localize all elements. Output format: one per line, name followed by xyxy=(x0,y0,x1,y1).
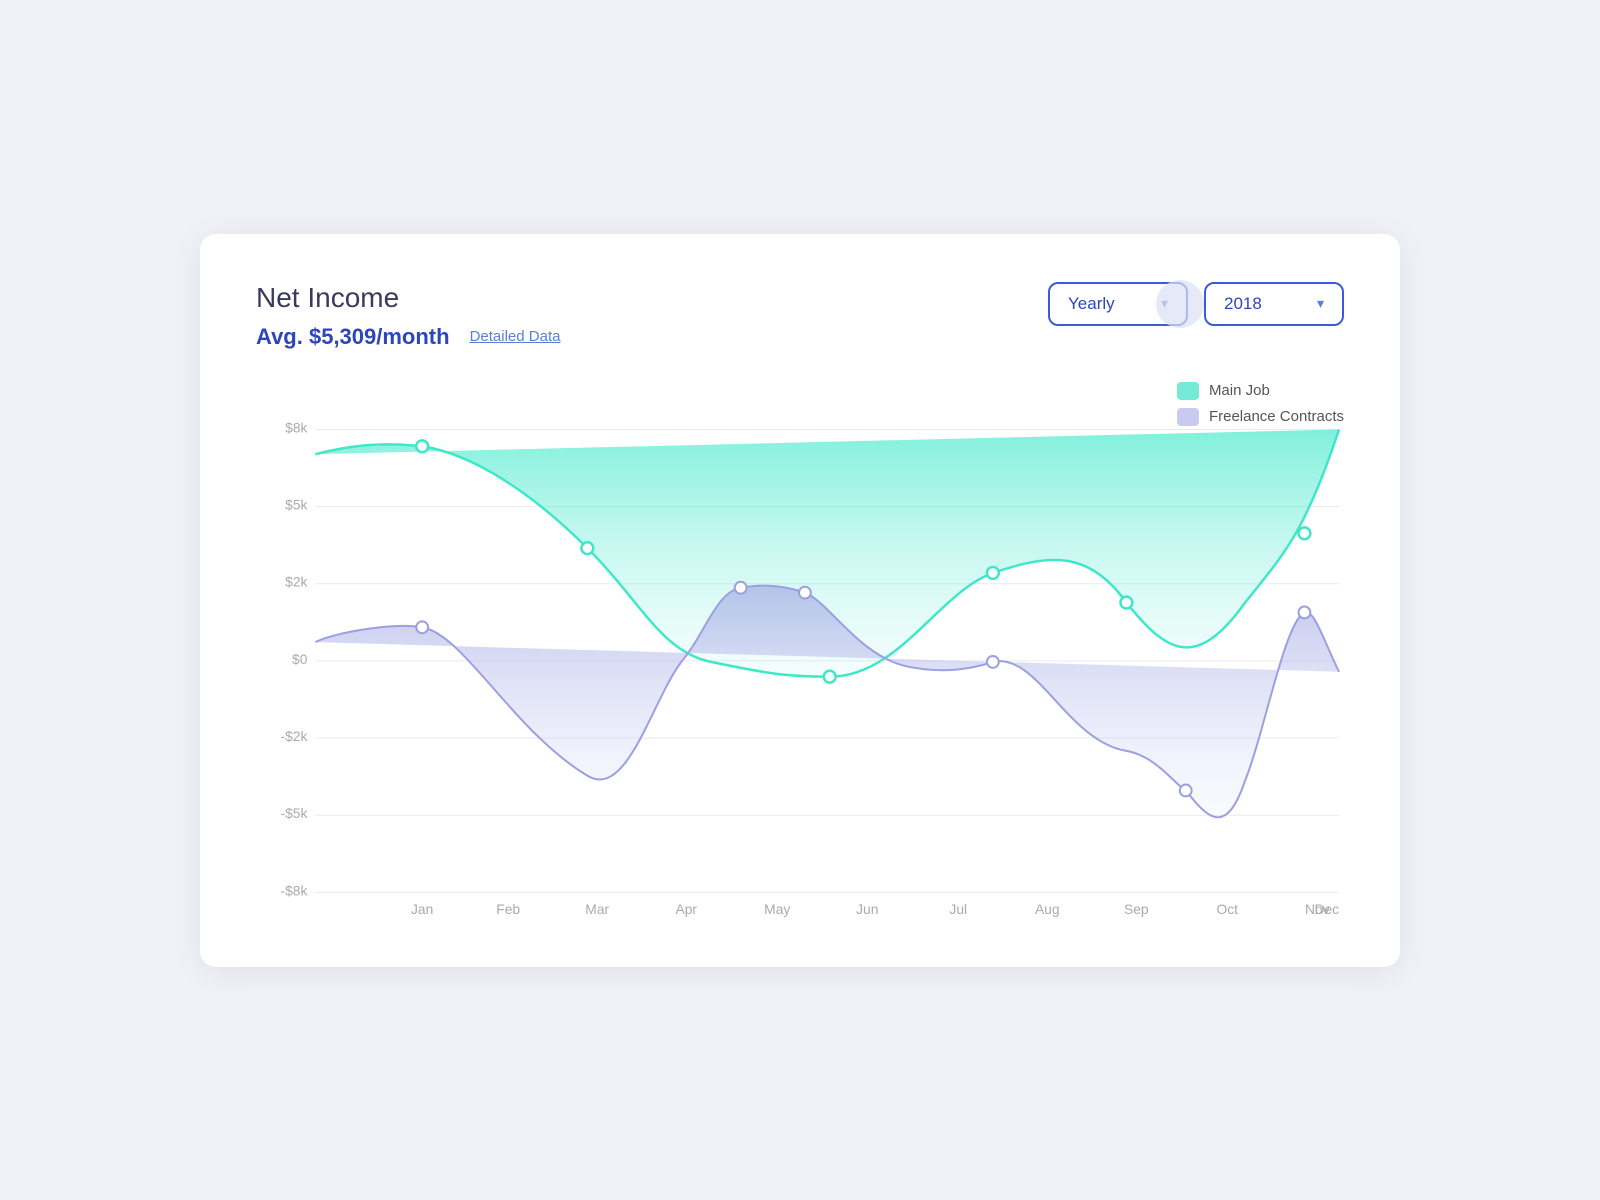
dot-main-jan xyxy=(416,440,428,452)
avg-row: Avg. $5,309/month Detailed Data xyxy=(256,324,560,350)
x-label-oct: Oct xyxy=(1217,901,1239,917)
avg-value: Avg. $5,309/month xyxy=(256,324,450,350)
chart-title: Net Income xyxy=(256,282,560,314)
legend-swatch-freelance xyxy=(1177,408,1199,426)
chart-svg: $8k $5k $2k $0 -$2k -$5k -$8k xyxy=(256,382,1344,922)
dot-main-mar xyxy=(581,542,593,554)
x-label-aug: Aug xyxy=(1035,901,1060,917)
legend: Main Job Freelance Contracts xyxy=(1177,382,1344,426)
x-label-jan: Jan xyxy=(411,901,433,917)
x-label-mar: Mar xyxy=(585,901,609,917)
y-label-neg5k: -$5k xyxy=(281,805,308,821)
x-label-feb: Feb xyxy=(496,901,520,917)
title-block: Net Income Avg. $5,309/month Detailed Da… xyxy=(256,282,560,350)
legend-swatch-main xyxy=(1177,382,1199,400)
legend-main-job: Main Job xyxy=(1177,382,1344,400)
dot-main-aug xyxy=(987,566,999,578)
y-label-neg2k: -$2k xyxy=(281,728,308,744)
year-dropdown[interactable]: 2018 ▾ xyxy=(1204,282,1344,326)
year-label: 2018 xyxy=(1224,294,1262,314)
y-label-5k: $5k xyxy=(285,496,307,512)
dot-freelance-apr xyxy=(735,581,747,593)
dot-main-may xyxy=(824,670,836,682)
y-label-neg8k: -$8k xyxy=(281,882,308,898)
net-income-card: Net Income Avg. $5,309/month Detailed Da… xyxy=(200,234,1400,967)
dot-main-sep xyxy=(1120,596,1132,608)
chevron-down-icon: ▾ xyxy=(1161,295,1168,312)
y-label-2k: $2k xyxy=(285,573,307,589)
x-label-jun: Jun xyxy=(856,901,878,917)
dot-freelance-sep xyxy=(1180,784,1192,796)
y-label-0: $0 xyxy=(292,650,308,666)
y-label-8k: $8k xyxy=(285,419,307,435)
period-dropdown[interactable]: Yearly ▾ xyxy=(1048,282,1188,326)
dot-main-nov xyxy=(1299,527,1311,539)
chevron-down-icon-year: ▾ xyxy=(1317,295,1324,312)
dot-freelance-jan xyxy=(416,621,428,633)
dot-freelance-nov xyxy=(1299,606,1311,618)
legend-freelance-label: Freelance Contracts xyxy=(1209,408,1344,425)
chart-svg-wrapper: $8k $5k $2k $0 -$2k -$5k -$8k xyxy=(256,382,1344,927)
dot-freelance-may xyxy=(799,586,811,598)
x-label-may: May xyxy=(764,901,790,917)
dot-freelance-jul xyxy=(987,655,999,667)
x-label-sep: Sep xyxy=(1124,901,1149,917)
chart-area: Main Job Freelance Contracts xyxy=(256,382,1344,927)
legend-main-label: Main Job xyxy=(1209,382,1270,399)
x-label-dec: Dec xyxy=(1314,901,1339,917)
legend-freelance: Freelance Contracts xyxy=(1177,408,1344,426)
x-label-jul: Jul xyxy=(949,901,967,917)
card-header: Net Income Avg. $5,309/month Detailed Da… xyxy=(256,282,1344,350)
period-label: Yearly xyxy=(1068,294,1115,314)
detailed-data-link[interactable]: Detailed Data xyxy=(470,328,561,345)
x-label-apr: Apr xyxy=(675,901,697,917)
controls: Yearly ▾ 2018 ▾ xyxy=(1048,282,1344,326)
